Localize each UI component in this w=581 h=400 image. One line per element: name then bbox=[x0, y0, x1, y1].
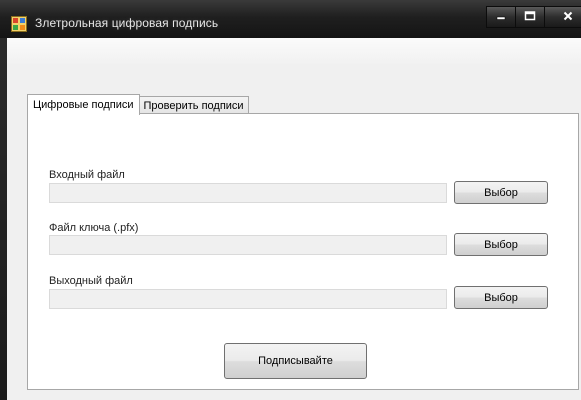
tab-verify-signatures[interactable]: Проверить подписи bbox=[138, 96, 249, 114]
key-file-browse-button[interactable]: Выбор bbox=[454, 233, 548, 256]
tab-panel: Входный файл Выбор Файл ключа (.pfx) Выб… bbox=[27, 113, 579, 390]
minimize-button[interactable] bbox=[486, 6, 516, 28]
sign-button[interactable]: Подписывайте bbox=[224, 343, 367, 379]
input-file-label: Входный файл bbox=[49, 169, 125, 181]
caption-buttons bbox=[486, 6, 581, 28]
output-file-field[interactable] bbox=[49, 289, 447, 309]
output-file-browse-button[interactable]: Выбор bbox=[454, 286, 548, 309]
client-area: Цифровые подписи Проверить подписи Входн… bbox=[7, 38, 581, 400]
input-file-browse-button[interactable]: Выбор bbox=[454, 181, 548, 204]
maximize-button[interactable] bbox=[515, 6, 545, 28]
output-file-label: Выходный файл bbox=[49, 275, 133, 287]
app-icon bbox=[11, 16, 27, 32]
key-file-label: Файл ключа (.pfx) bbox=[49, 222, 139, 234]
tab-digital-signatures[interactable]: Цифровые подписи bbox=[27, 94, 140, 115]
minimize-icon bbox=[496, 8, 506, 26]
window-title: Злетрольная цифровая подпись bbox=[35, 16, 219, 30]
close-button[interactable] bbox=[544, 6, 581, 28]
app-window: Злетрольная цифровая подпись Цифровые по… bbox=[0, 0, 581, 400]
maximize-icon bbox=[524, 8, 536, 26]
menu-strip bbox=[7, 38, 581, 64]
title-bar[interactable]: Злетрольная цифровая подпись bbox=[0, 0, 581, 38]
tab-strip: Цифровые подписи Проверить подписи bbox=[27, 92, 249, 115]
close-icon bbox=[563, 8, 573, 26]
input-file-field[interactable] bbox=[49, 183, 447, 203]
key-file-field[interactable] bbox=[49, 235, 447, 255]
